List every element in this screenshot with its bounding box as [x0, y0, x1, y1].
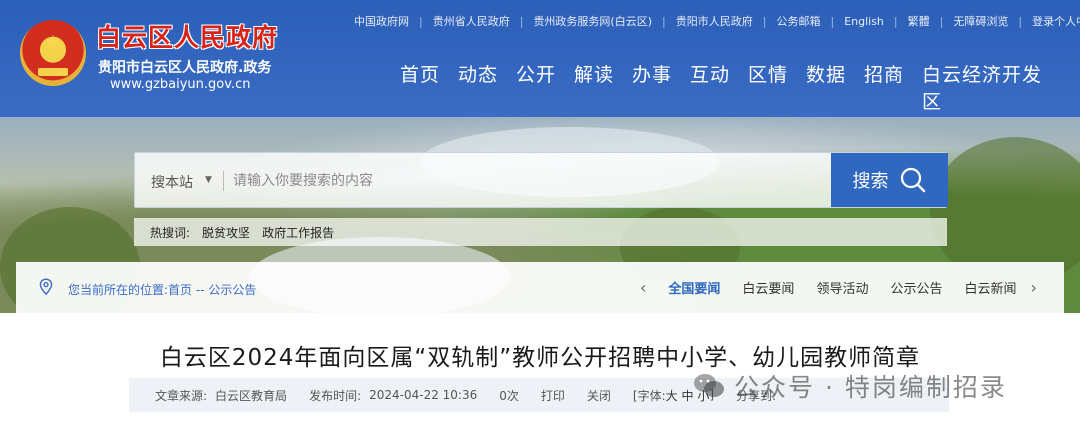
- breadcrumb-current[interactable]: 公示公告: [208, 283, 256, 297]
- nav-interpretation[interactable]: 解读: [574, 60, 614, 114]
- divider: |: [519, 14, 524, 28]
- star-icon: ★: [44, 32, 62, 53]
- search-scope-select[interactable]: 搜本站: [151, 172, 193, 192]
- divider: [223, 171, 224, 191]
- divider: |: [830, 14, 835, 28]
- hot-words: 热搜词: 脱贫攻坚 政府工作报告: [134, 218, 947, 246]
- top-link-guizhou-gov[interactable]: 贵州省人民政府: [423, 13, 520, 29]
- print-button[interactable]: 打印: [541, 387, 565, 404]
- main-nav: 首页 动态 公开 解读 办事 互动 区情 数据 招商 白云经济开发区: [400, 60, 1080, 114]
- nav-district-info[interactable]: 区情: [748, 60, 788, 114]
- divider: |: [662, 14, 666, 28]
- caret-down-icon[interactable]: ▼: [205, 175, 212, 185]
- tab-baiyun-xinwen[interactable]: 白云新闻: [964, 278, 1016, 297]
- breadcrumb-bar: 您当前所在的位置:首页 -- 公示公告 ‹ 全国要闻 白云要闻 领导活动 公示公…: [16, 262, 1064, 314]
- hot-words-label: 热搜词:: [150, 225, 191, 240]
- nav-economic-zone[interactable]: 白云经济开发区: [922, 60, 1062, 114]
- location-pin-icon: [38, 278, 54, 300]
- top-link-mailbox[interactable]: 公务邮箱: [766, 13, 830, 29]
- divider: |: [1018, 14, 1023, 28]
- wechat-icon: [694, 374, 724, 397]
- close-button[interactable]: 关闭: [587, 387, 611, 404]
- hot-word-poverty[interactable]: 脱贫攻坚: [202, 224, 250, 241]
- watermark-text: 公众号 · 特岗编制招录: [734, 373, 1007, 402]
- article-title: 白云区2024年面向区属“双轨制”教师公开招聘中小学、幼儿园教师简章: [159, 345, 921, 371]
- nav-news[interactable]: 动态: [458, 60, 498, 114]
- chevron-right-icon[interactable]: ›: [1030, 278, 1036, 297]
- header: ★ 白云区人民政府 贵阳市白云区人民政府.政务 www.gzbaiyun.gov…: [0, 0, 1080, 117]
- tab-baiyun-news[interactable]: 白云要闻: [742, 278, 794, 297]
- divider: |: [419, 14, 423, 28]
- font-large-button[interactable]: 大: [666, 387, 678, 404]
- top-link-english[interactable]: English: [834, 15, 894, 28]
- site-name[interactable]: 白云区人民政府: [96, 18, 278, 54]
- top-link-traditional[interactable]: 繁體: [898, 13, 940, 29]
- source-value: 白云区教育局: [215, 388, 288, 403]
- site-subtitle: 贵阳市白云区人民政府.政务: [98, 60, 272, 76]
- chevron-left-icon[interactable]: ‹: [640, 278, 646, 297]
- hot-word-report[interactable]: 政府工作报告: [262, 224, 334, 241]
- nav-public[interactable]: 公开: [516, 60, 556, 114]
- date-value: 2024-04-22 10:36: [369, 388, 478, 402]
- source-label: 文章来源:: [155, 388, 208, 403]
- site-url: www.gzbaiyun.gov.cn: [110, 77, 251, 92]
- search-input[interactable]: [233, 167, 713, 195]
- breadcrumb-prefix: 您当前所在的位置:: [68, 283, 169, 297]
- tab-national-news[interactable]: 全国要闻: [668, 278, 720, 297]
- font-size-label: [字体:: [632, 388, 666, 403]
- top-link-guizhou-service[interactable]: 贵州政务服务网(白云区): [523, 13, 662, 29]
- search-icon: [900, 167, 925, 193]
- search-bar: 搜本站 ▼ 搜索: [134, 152, 948, 208]
- divider: |: [762, 14, 767, 28]
- nav-data[interactable]: 数据: [806, 60, 846, 114]
- national-emblem-logo[interactable]: ★: [20, 20, 86, 86]
- breadcrumb-separator: --: [192, 283, 209, 297]
- top-links: 中国政府网 | 贵州省人民政府 | 贵州政务服务网(白云区) | 贵阳市人民政府 | 公…: [344, 13, 1080, 29]
- nav-investment[interactable]: 招商: [864, 60, 904, 114]
- nav-services[interactable]: 办事: [632, 60, 672, 114]
- nav-home[interactable]: 首页: [400, 60, 440, 114]
- page: ★ 白云区人民政府 贵阳市白云区人民政府.政务 www.gzbaiyun.gov…: [0, 0, 1080, 434]
- top-link-login[interactable]: 登录个人中心: [1022, 13, 1080, 29]
- date-label: 发布时间:: [309, 388, 362, 403]
- emblem-base: [38, 68, 68, 76]
- tab-announcements[interactable]: 公示公告: [890, 278, 942, 297]
- divider: |: [939, 14, 944, 28]
- search-button[interactable]: 搜索: [831, 153, 948, 207]
- wechat-watermark: 公众号 · 特岗编制招录: [692, 368, 1007, 404]
- news-tabs: ‹ 全国要闻 白云要闻 领导活动 公示公告 白云新闻 ›: [640, 278, 1037, 297]
- top-link-accessibility[interactable]: 无障碍浏览: [943, 13, 1018, 29]
- search-button-label: 搜索: [852, 171, 889, 192]
- top-link-gov-china[interactable]: 中国政府网: [344, 13, 419, 29]
- top-link-guiyang-gov[interactable]: 贵阳市人民政府: [666, 13, 763, 29]
- nav-interaction[interactable]: 互动: [690, 60, 730, 114]
- breadcrumb-home[interactable]: 首页: [168, 283, 192, 297]
- breadcrumb: 您当前所在的位置:首页 -- 公示公告: [68, 281, 256, 298]
- divider: |: [893, 14, 898, 28]
- tab-leader-activities[interactable]: 领导活动: [816, 278, 868, 297]
- view-count: 0次: [499, 388, 519, 403]
